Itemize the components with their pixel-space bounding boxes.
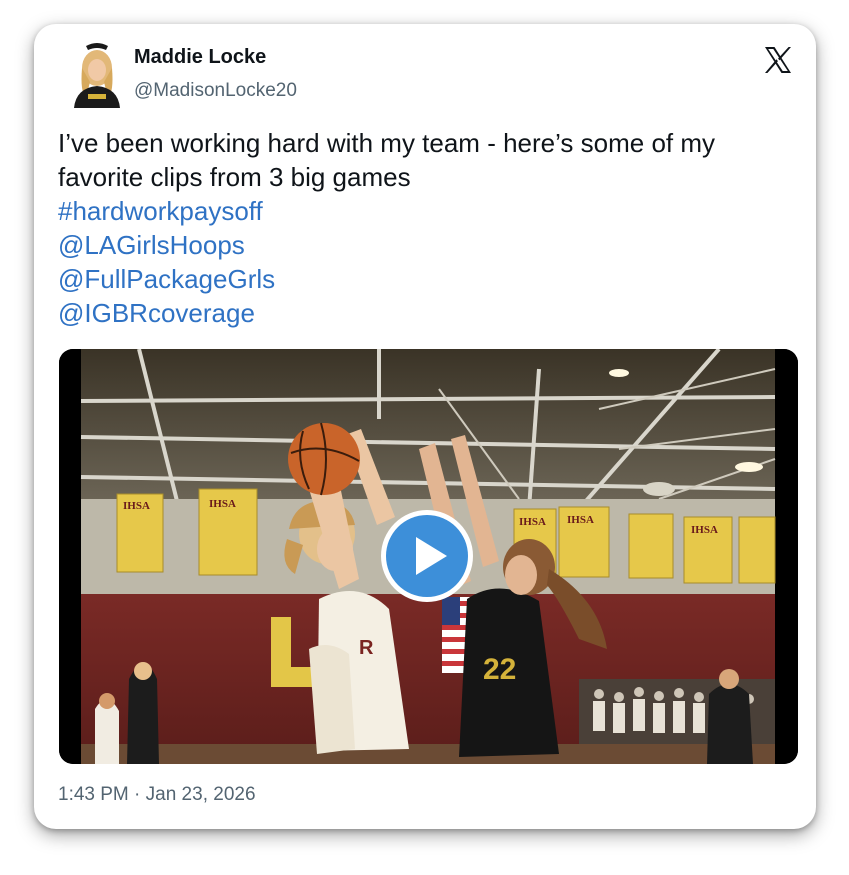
banner-label: IHSA — [209, 498, 236, 510]
banner-label: IHSA — [567, 514, 594, 526]
banner-label: IHSA — [123, 500, 150, 512]
jersey-text: R — [359, 637, 374, 659]
jersey-number: 22 — [483, 653, 516, 686]
tweet-text-line: I’ve been working hard with my team - he… — [58, 128, 716, 158]
mention-link[interactable]: @IGBRcoverage — [58, 296, 798, 330]
mention-link[interactable]: @LAGirlsHoops — [58, 228, 798, 262]
tweet-text-line: favorite clips from 3 big games — [58, 162, 411, 192]
video-player[interactable]: IHSA IHSA IHSA IHSA IHSA R 22 — [59, 349, 798, 764]
author-name[interactable]: Maddie Locke — [134, 46, 266, 69]
avatar-photo — [68, 42, 126, 108]
banner-label: IHSA — [519, 516, 546, 528]
play-button-circle — [386, 515, 468, 597]
timestamp[interactable]: 1:43 PM · Jan 23, 2026 — [58, 784, 256, 806]
x-logo-icon[interactable] — [762, 44, 794, 76]
tweet-text: I’ve been working hard with my team - he… — [58, 126, 798, 330]
play-button[interactable] — [381, 510, 473, 602]
tweet-card: Maddie Locke @MadisonLocke20 I’ve been w… — [34, 24, 816, 829]
mention-link[interactable]: @FullPackageGrls — [58, 262, 798, 296]
hashtag-link[interactable]: #hardworkpaysoff — [58, 194, 798, 228]
author-handle[interactable]: @MadisonLocke20 — [134, 80, 297, 102]
banner-label: IHSA — [691, 524, 718, 536]
avatar[interactable] — [68, 42, 126, 108]
play-icon — [416, 537, 447, 575]
